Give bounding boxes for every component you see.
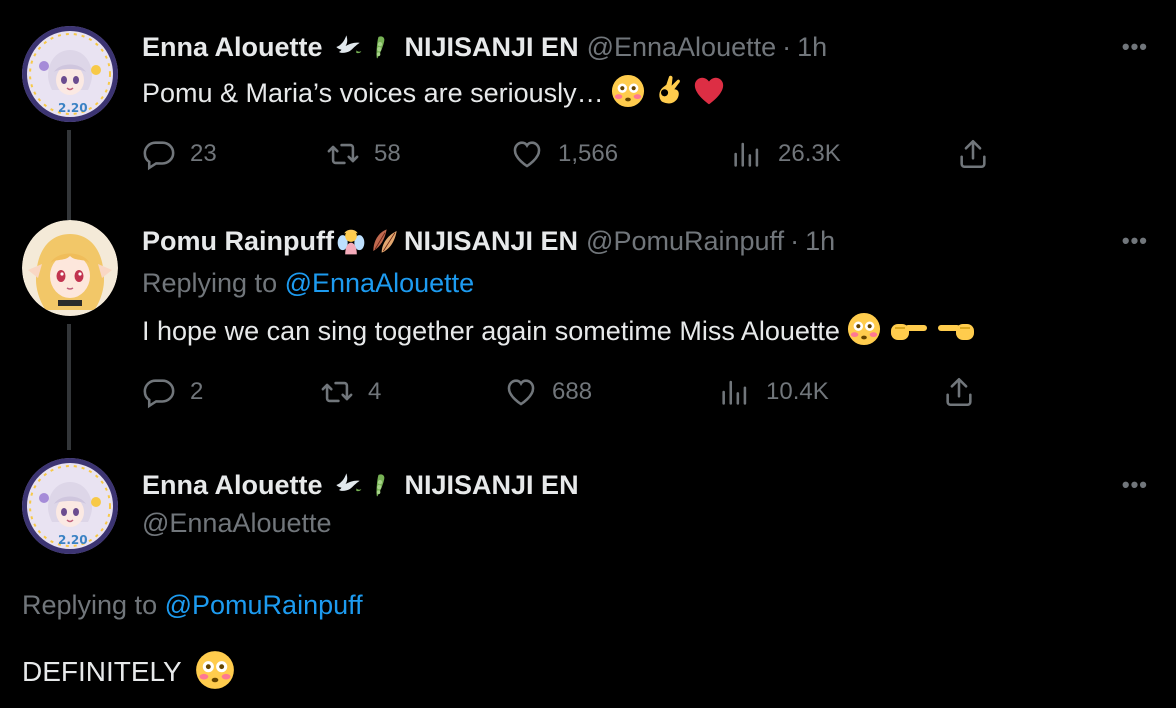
- display-name[interactable]: Enna Alouette: [142, 32, 323, 63]
- view-count: 10.4K: [766, 378, 829, 405]
- like-button[interactable]: 1,566: [510, 134, 618, 174]
- replying-prefix: Replying to: [142, 268, 278, 298]
- dove-icon: [333, 32, 363, 62]
- affiliation: NIJISANJI EN: [404, 31, 579, 62]
- pointing-right-icon: [889, 316, 929, 346]
- view-count: 26.3K: [778, 140, 841, 167]
- like-count: 1,566: [558, 140, 619, 167]
- more-options-button[interactable]: •••: [1122, 472, 1148, 498]
- mention-link[interactable]: @PomuRainpuff: [165, 590, 363, 620]
- red-heart-icon: [692, 74, 726, 108]
- views-button[interactable]: 10.4K: [718, 372, 829, 412]
- flushed-face-icon: [611, 74, 645, 108]
- pea-pod-icon: [367, 32, 393, 62]
- pointing-left-icon: [936, 316, 976, 346]
- like-count: 688: [552, 378, 593, 405]
- share-button[interactable]: [942, 372, 976, 412]
- share-icon: [942, 375, 976, 409]
- thread-line: [67, 324, 71, 450]
- tweet-header: Enna Alouette NIJISANJI EN @EnnaAlouette…: [142, 28, 827, 66]
- pea-pod-icon: [367, 470, 393, 500]
- retweet-button[interactable]: 58: [326, 134, 401, 174]
- views-icon: [730, 137, 764, 171]
- heart-icon: [504, 375, 538, 409]
- tweet-text-row: Pomu & Maria’s voices are seriously…: [142, 74, 726, 109]
- retweet-icon: [320, 375, 354, 409]
- avatar[interactable]: 2.20: [22, 26, 118, 122]
- more-options-button[interactable]: •••: [1122, 228, 1148, 254]
- tweet-text: DEFINITELY: [22, 656, 182, 687]
- share-icon: [956, 137, 990, 171]
- leaves-icon: [368, 226, 402, 256]
- tweet-text-row: I hope we can sing together again someti…: [142, 312, 976, 347]
- avatar[interactable]: 2.20: [22, 458, 118, 554]
- ok-hand-icon: [653, 74, 685, 108]
- more-options-button[interactable]: •••: [1122, 34, 1148, 60]
- reply-count: 23: [190, 140, 217, 167]
- retweet-count: 58: [374, 140, 401, 167]
- display-name[interactable]: Enna Alouette: [142, 470, 323, 501]
- retweet-button[interactable]: 4: [320, 372, 381, 412]
- svg-text:2.20: 2.20: [58, 101, 88, 115]
- avatar[interactable]: [22, 220, 118, 316]
- enna-avatar-icon: 2.20: [22, 26, 118, 122]
- affiliation: NIJISANJI EN: [404, 469, 579, 500]
- reply-icon: [142, 137, 176, 171]
- svg-text:2.20: 2.20: [58, 533, 88, 547]
- tweet-header: Pomu Rainpuff NIJISANJI EN @PomuRainpuff…: [142, 222, 835, 260]
- handle[interactable]: @PomuRainpuff: [586, 226, 784, 257]
- tweet-text: Pomu & Maria’s voices are seriously…: [142, 78, 604, 108]
- views-button[interactable]: 26.3K: [730, 134, 841, 174]
- like-button[interactable]: 688: [504, 372, 592, 412]
- replying-to: Replying to @EnnaAlouette: [142, 268, 474, 299]
- action-bar: 23 58 1,566 26.3K: [142, 134, 1002, 174]
- heart-icon: [510, 137, 544, 171]
- reply-button[interactable]: 2: [142, 372, 203, 412]
- tweet-2[interactable]: Pomu Rainpuff NIJISANJI EN @PomuRainpuff…: [0, 210, 1176, 450]
- action-bar: 2 4 688 10.4K: [142, 372, 1002, 412]
- retweet-icon: [326, 137, 360, 171]
- separator-dot: ·: [782, 31, 792, 62]
- affiliation: NIJISANJI EN: [403, 225, 579, 256]
- mention-link[interactable]: @EnnaAlouette: [285, 268, 475, 298]
- views-icon: [718, 375, 752, 409]
- timestamp[interactable]: 1h: [797, 32, 827, 63]
- tweet-text-row: DEFINITELY: [22, 650, 235, 690]
- reply-icon: [142, 375, 176, 409]
- tweet-3-focused: 2.20 Enna Alouette NIJISANJI EN ••• @Enn…: [0, 450, 1176, 708]
- replying-to: Replying to @PomuRainpuff: [22, 590, 363, 621]
- fairy-icon: [336, 226, 366, 256]
- separator-dot: ·: [790, 225, 800, 256]
- handle[interactable]: @EnnaAlouette: [142, 508, 332, 539]
- flushed-face-icon: [847, 312, 881, 346]
- pomu-avatar-icon: [22, 220, 118, 316]
- tweet-1[interactable]: 2.20 Enna Alouette NIJISANJI EN @EnnaAlo…: [0, 0, 1176, 212]
- dove-icon: [333, 470, 363, 500]
- enna-avatar-icon: 2.20: [22, 458, 118, 554]
- timestamp[interactable]: 1h: [805, 226, 835, 257]
- thread-line: [67, 210, 71, 220]
- display-name[interactable]: Pomu Rainpuff: [142, 226, 334, 257]
- reply-button[interactable]: 23: [142, 134, 217, 174]
- reply-count: 2: [190, 378, 204, 405]
- tweet-header: Enna Alouette NIJISANJI EN: [142, 466, 579, 504]
- replying-prefix: Replying to: [22, 590, 158, 620]
- share-button[interactable]: [956, 134, 990, 174]
- flushed-face-icon: [195, 650, 235, 690]
- handle[interactable]: @EnnaAlouette: [587, 32, 777, 63]
- tweet-text: I hope we can sing together again someti…: [142, 316, 840, 346]
- retweet-count: 4: [368, 378, 382, 405]
- thread-line: [67, 130, 71, 212]
